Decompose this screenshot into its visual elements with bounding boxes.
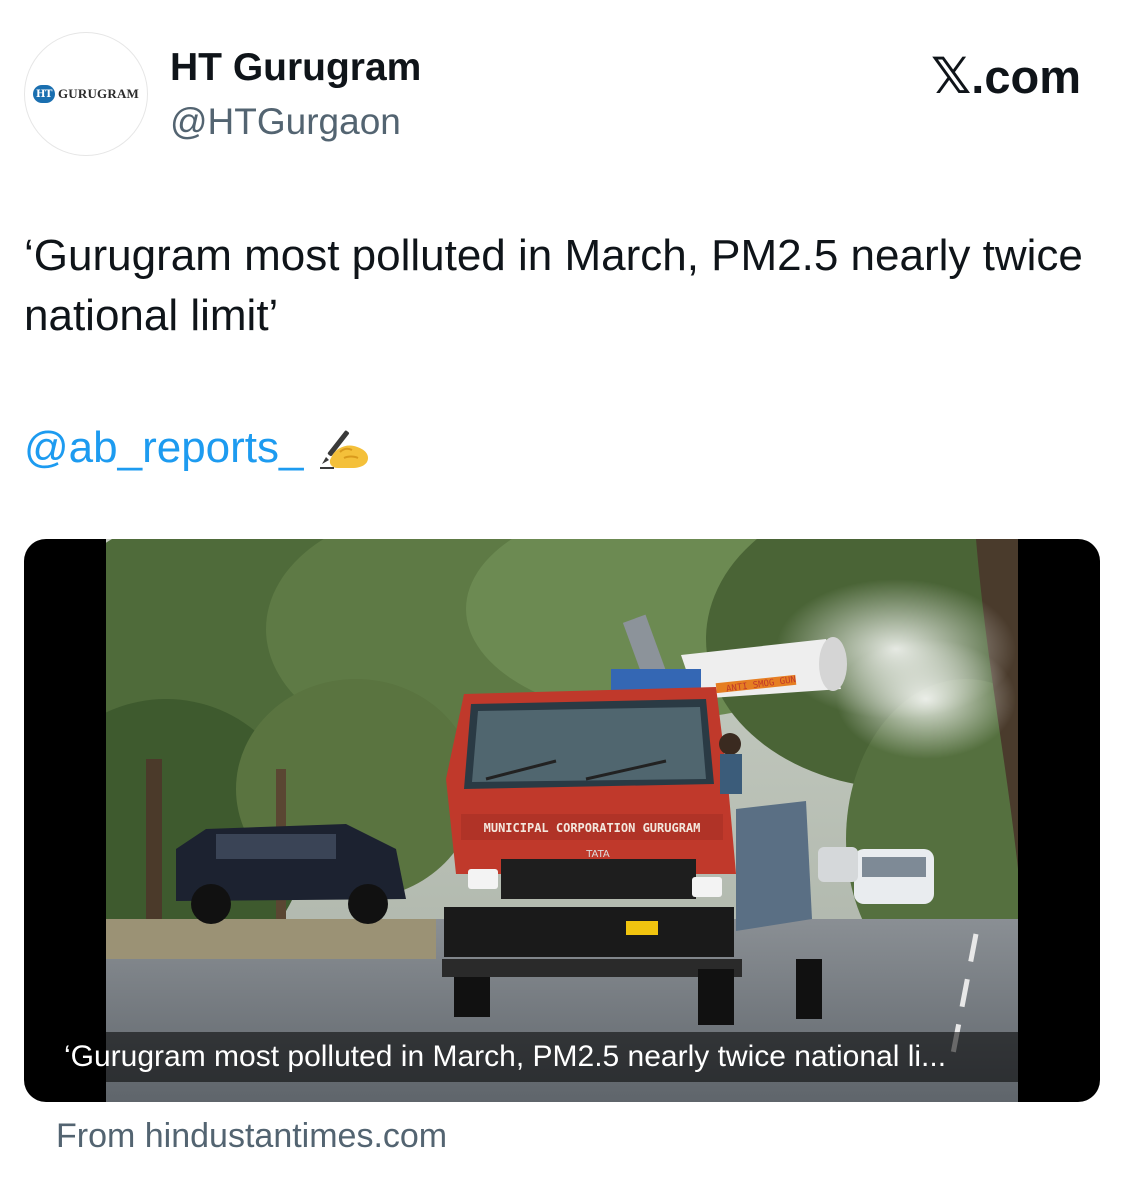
card-source[interactable]: From hindustantimes.com (56, 1116, 447, 1156)
card-caption: ‘Gurugram most polluted in March, PM2.5 … (52, 1032, 1092, 1082)
avatar[interactable]: HT GURUGRAM (24, 32, 148, 156)
ht-logo-mark: HT (32, 85, 55, 103)
tweet-text: ‘Gurugram most polluted in March, PM2.5 … (24, 231, 1083, 340)
truck-make: TATA (585, 849, 610, 860)
mention-link[interactable]: @ab_reports_ (24, 418, 304, 478)
truck-label: MUNICIPAL CORPORATION GURUGRAM (484, 821, 701, 835)
brand-domain-suffix: .com (971, 50, 1081, 103)
account-handle[interactable]: @HTGurgaon (170, 100, 401, 144)
display-name[interactable]: HT Gurugram (170, 46, 421, 90)
link-preview-card[interactable]: ANTI SMOG GUN MUNICIPAL CORPORATION GURU… (24, 539, 1100, 1102)
logo-wordmark: GURUGRAM (57, 86, 140, 101)
x-logo-icon: 𝕏 (931, 47, 972, 105)
ht-gurugram-logo: HT GURUGRAM (32, 85, 140, 103)
anti-smog-truck-image: ANTI SMOG GUN MUNICIPAL CORPORATION GURU… (106, 539, 1018, 1102)
writing-hand-icon (319, 430, 368, 469)
x-com-brand: 𝕏 .com (931, 50, 1081, 103)
mention-line: @ab_reports_ (24, 418, 370, 478)
article-photo: ANTI SMOG GUN MUNICIPAL CORPORATION GURU… (106, 539, 1018, 1102)
